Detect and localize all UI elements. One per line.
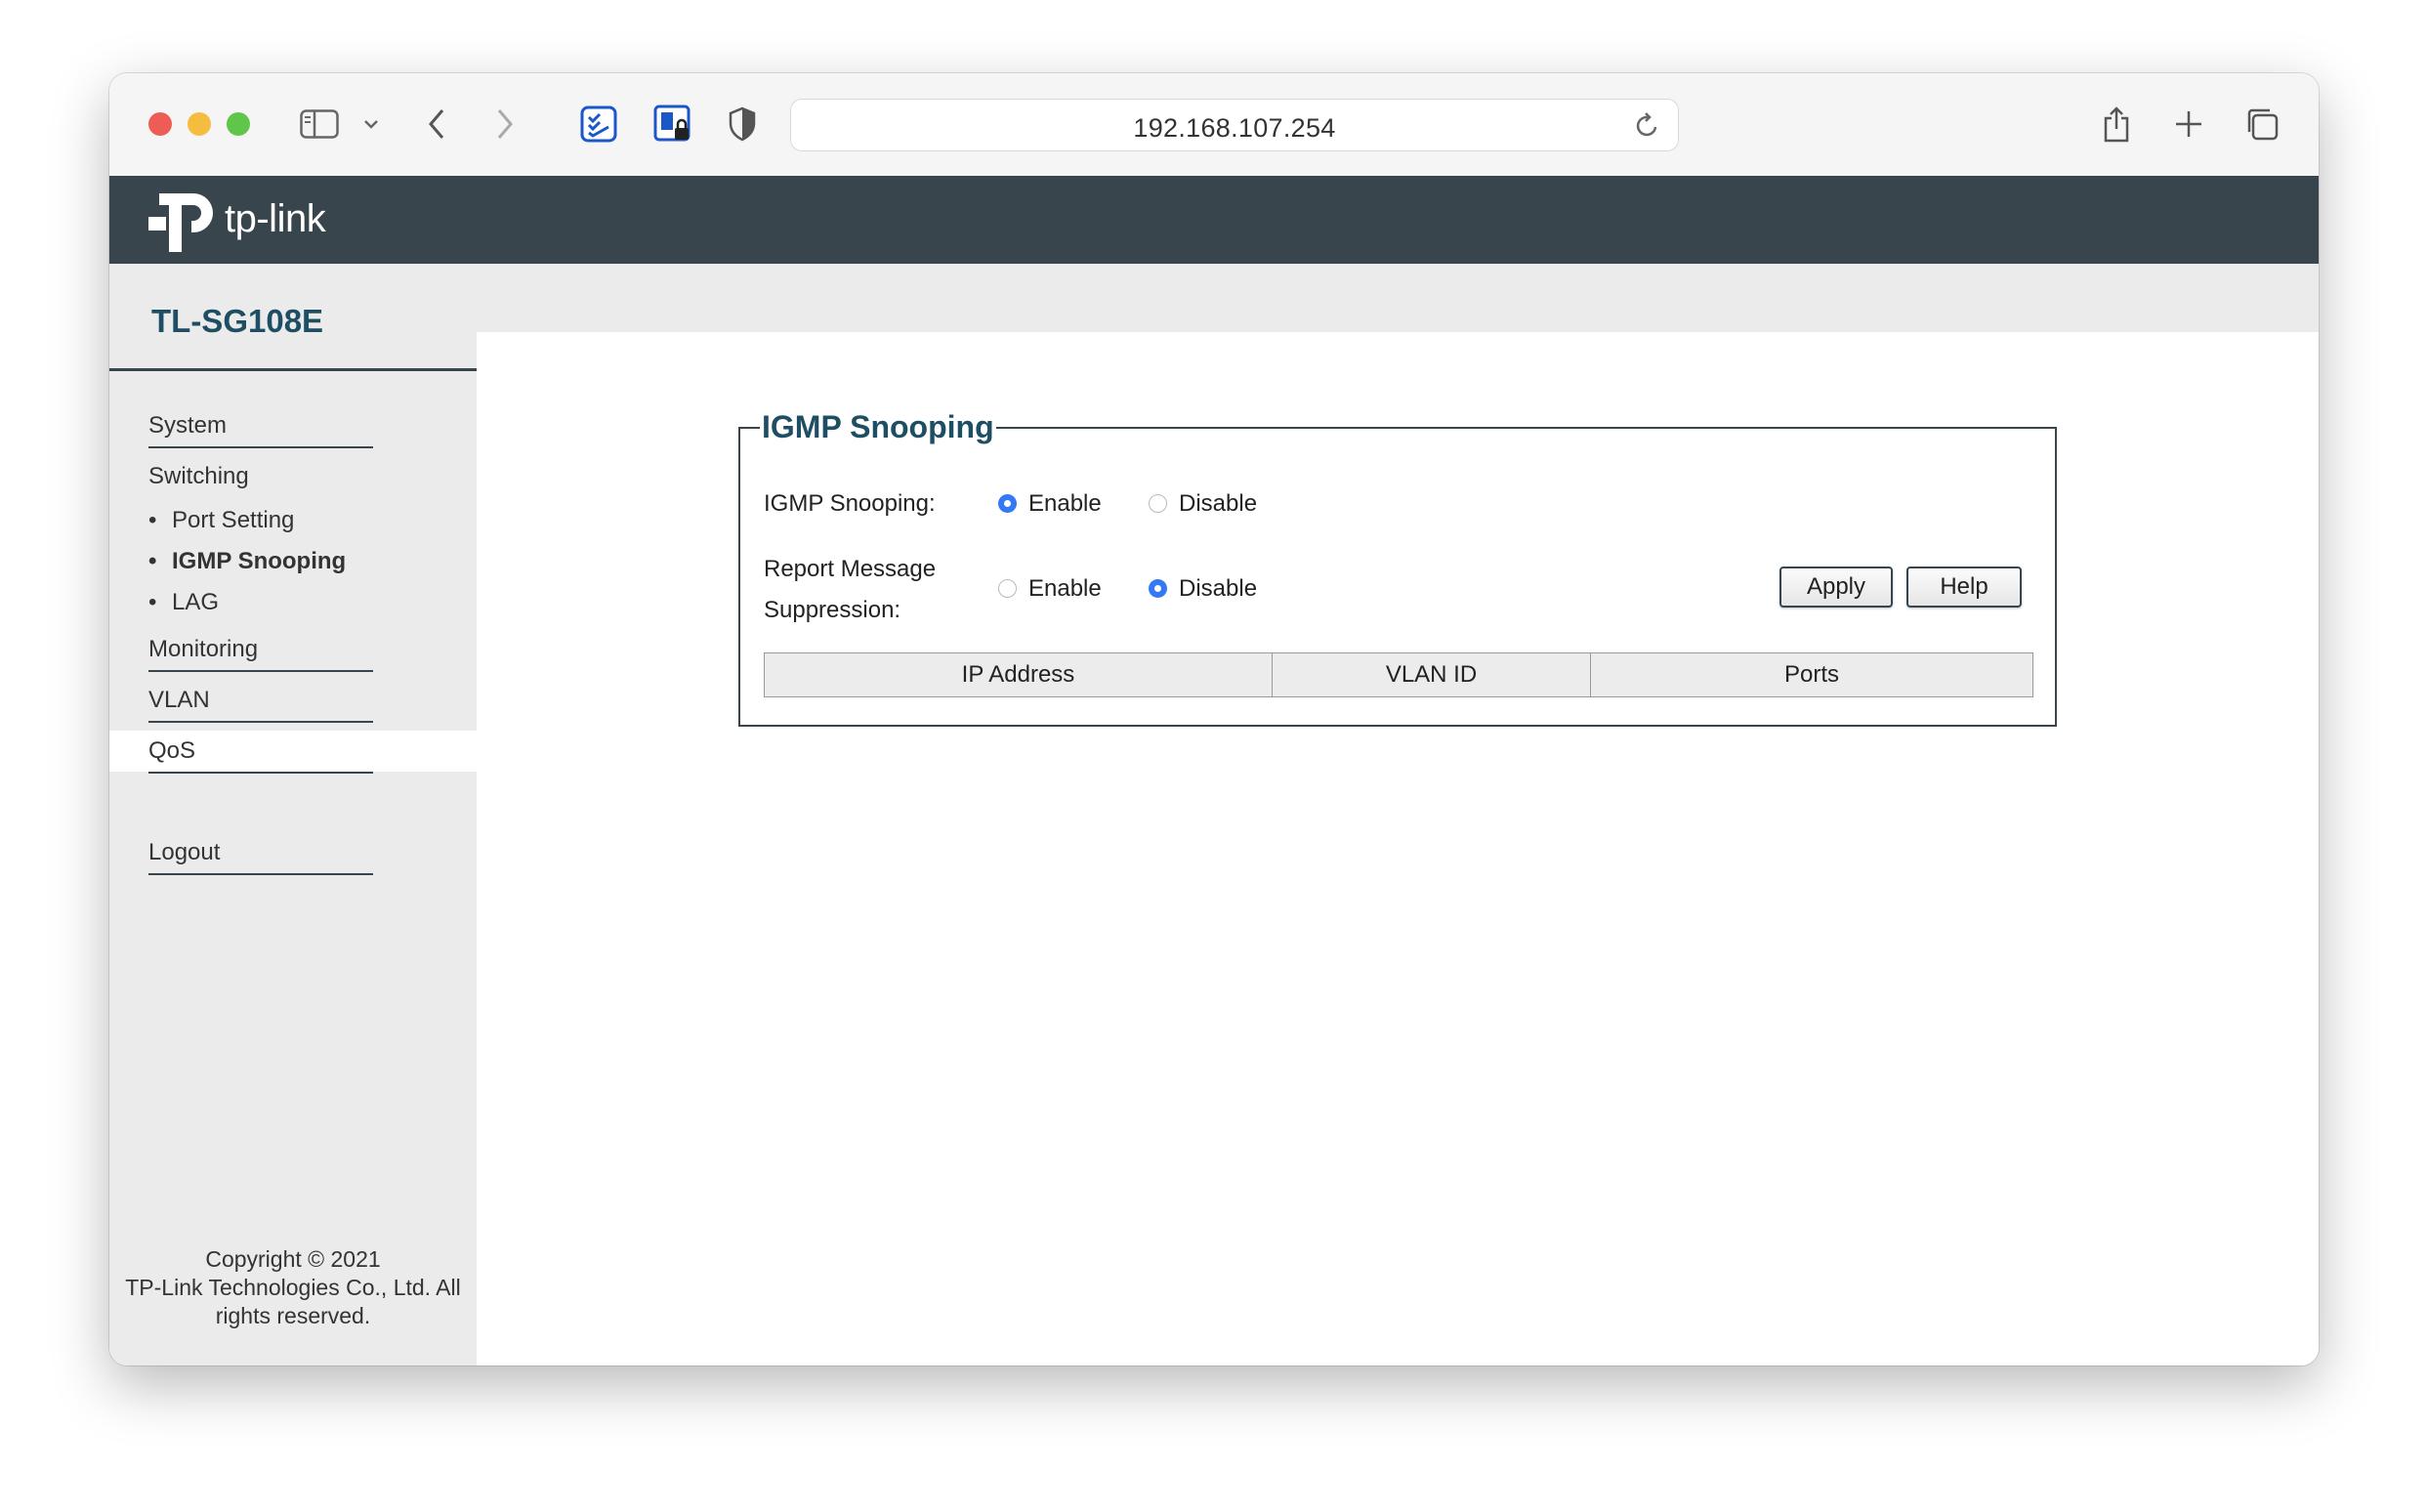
sidebar-subitem-label: Port Setting <box>172 507 295 533</box>
sidebar-subitem-port-setting[interactable]: • Port Setting <box>148 507 294 534</box>
reload-icon[interactable] <box>1635 111 1660 144</box>
minimize-window-button[interactable] <box>188 112 211 136</box>
chevron-down-icon[interactable] <box>363 103 379 146</box>
brand-header: tp-link <box>109 176 2319 264</box>
extension-password-icon[interactable] <box>653 103 692 146</box>
copyright-line: Copyright © 2021 <box>205 1246 381 1272</box>
column-header-ip-address: IP Address <box>765 653 1273 696</box>
back-icon[interactable] <box>427 103 446 146</box>
apply-button[interactable]: Apply <box>1779 567 1893 608</box>
share-icon[interactable] <box>2102 103 2131 146</box>
report-suppression-disable-label[interactable]: Disable <box>1179 575 1257 603</box>
bullet-icon: • <box>148 507 157 533</box>
divider <box>109 368 477 371</box>
new-tab-icon[interactable] <box>2174 103 2203 146</box>
igmp-snooping-disable-label[interactable]: Disable <box>1179 490 1257 518</box>
forward-icon[interactable] <box>495 103 515 146</box>
main-content: IGMP Snooping IGMP Snooping: Enable Disa… <box>477 264 2319 1365</box>
copyright-line: TP-Link Technologies Co., Ltd. All <box>125 1275 461 1300</box>
address-bar[interactable]: 192.168.107.254 <box>790 99 1679 151</box>
sidebar-subitem-lag[interactable]: • LAG <box>148 589 219 616</box>
sidebar-subitem-label: LAG <box>172 589 220 615</box>
column-header-vlan-id: VLAN ID <box>1273 653 1591 696</box>
sidebar-toggle-icon[interactable] <box>300 103 339 146</box>
report-suppression-enable-radio[interactable] <box>998 579 1017 598</box>
sidebar-item-qos[interactable]: QoS <box>148 737 373 774</box>
copyright-text: Copyright © 2021 TP-Link Technologies Co… <box>109 1245 477 1330</box>
sidebar-item-system[interactable]: System <box>148 412 373 448</box>
zoom-window-button[interactable] <box>227 112 250 136</box>
igmp-snooping-panel: IGMP Snooping IGMP Snooping: Enable Disa… <box>738 409 2057 727</box>
igmp-snooping-enable-label[interactable]: Enable <box>1028 490 1102 518</box>
bullet-icon: • <box>148 548 157 574</box>
browser-window: 192.168.107.254 tp-link TL-SG108E System <box>109 73 2319 1365</box>
device-model: TL-SG108E <box>151 303 324 339</box>
privacy-shield-icon[interactable] <box>728 103 757 146</box>
report-suppression-label-2: Suppression: <box>764 597 901 623</box>
sidebar-item-logout[interactable]: Logout <box>148 839 373 875</box>
report-suppression-disable-radio[interactable] <box>1149 579 1167 598</box>
help-button[interactable]: Help <box>1906 567 2022 608</box>
bullet-icon: • <box>148 589 157 615</box>
igmp-snooping-label: IGMP Snooping: <box>764 490 936 517</box>
igmp-snooping-disable-radio[interactable] <box>1149 494 1167 513</box>
logo-text: tp-link <box>225 197 326 240</box>
panel-title: IGMP Snooping <box>762 409 994 444</box>
sidebar-item-switching[interactable]: Switching <box>148 463 373 497</box>
extension-checklist-icon[interactable] <box>580 103 617 146</box>
content-header-band <box>477 264 2319 332</box>
copyright-line: rights reserved. <box>215 1303 371 1328</box>
column-header-ports: Ports <box>1783 661 1839 688</box>
igmp-snooping-enable-radio[interactable] <box>998 494 1017 513</box>
browser-toolbar: 192.168.107.254 <box>109 73 2319 177</box>
tp-link-logo-icon <box>148 186 222 261</box>
close-window-button[interactable] <box>148 112 172 136</box>
tab-overview-icon[interactable] <box>2244 103 2280 146</box>
sidebar-item-vlan[interactable]: VLAN <box>148 687 373 723</box>
sidebar: TL-SG108E System Switching • Port Setting… <box>109 264 477 1365</box>
sidebar-subitem-label: IGMP Snooping <box>172 548 347 574</box>
report-suppression-enable-label[interactable]: Enable <box>1028 575 1102 603</box>
igmp-group-table-header: IP Address VLAN ID Ports <box>764 652 2033 697</box>
report-suppression-label: Report Message <box>764 556 937 582</box>
sidebar-subitem-igmp-snooping[interactable]: • IGMP Snooping <box>148 548 346 575</box>
url-text: 192.168.107.254 <box>1133 113 1336 143</box>
sidebar-item-monitoring[interactable]: Monitoring <box>148 636 373 672</box>
